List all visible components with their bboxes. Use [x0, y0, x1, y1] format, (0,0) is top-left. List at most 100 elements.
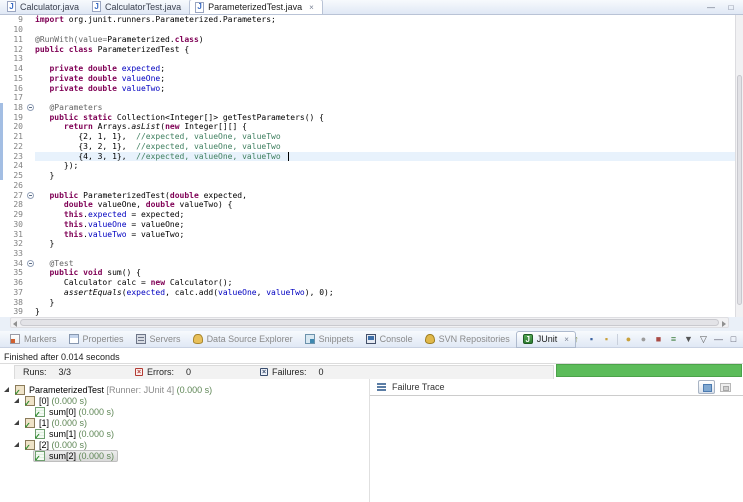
view-tab-snippets[interactable]: Snippets — [299, 331, 360, 347]
code-line: 32 } — [0, 239, 735, 249]
editor-tab[interactable]: ParameterizedTest.java × — [189, 0, 323, 14]
quickdiff-marker — [0, 122, 3, 132]
collapse-icon[interactable] — [26, 103, 34, 111]
maximize-icon[interactable]: □ — [723, 1, 739, 13]
quickdiff-marker — [0, 44, 3, 54]
line-number: 24 — [13, 161, 23, 171]
code-text: @RunWith(value=Parameterized.class) — [35, 34, 204, 44]
line-number: 18 — [13, 102, 23, 112]
code-line: 10 — [0, 25, 735, 35]
failures-icon: × — [260, 368, 268, 376]
scroll-right-icon[interactable] — [722, 321, 726, 327]
quickdiff-marker — [0, 83, 3, 93]
code-line: 27 public ParameterizedTest(double expec… — [0, 190, 735, 200]
view-tab-servers[interactable]: Servers — [130, 331, 187, 347]
vertical-scrollbar[interactable] — [735, 15, 743, 317]
test-result-tree: ParameterizedTest [Runner: JUnit 4] (0.0… — [0, 379, 368, 502]
test-tree-row[interactable]: ParameterizedTest [Runner: JUnit 4] (0.0… — [0, 384, 368, 397]
quickdiff-marker — [0, 190, 3, 200]
code-line: 39} — [0, 307, 735, 317]
maximize-view-button[interactable]: □ — [729, 333, 738, 345]
test-tree-row[interactable]: sum[0] (0.000 s) — [0, 406, 368, 419]
code-text: {2, 1, 1}, //expected, valueOne, valueTw… — [35, 132, 281, 142]
tab-label: SVN Repositories — [438, 334, 510, 344]
code-line: 19 public static Collection<Integer[]> g… — [0, 112, 735, 123]
code-line: 9 import org.junit.runners.Parameterized.… — [0, 15, 735, 25]
rerun-test-button[interactable]: ● — [624, 333, 633, 345]
quickdiff-marker — [0, 131, 3, 142]
line-number: 36 — [13, 278, 23, 288]
code-editor[interactable]: 9 import org.junit.runners.Parameterized.… — [0, 15, 735, 317]
line-number: 9 — [18, 15, 23, 25]
tree-row-label: ParameterizedTest [Runner: JUnit 4] (0.0… — [29, 384, 213, 395]
expanded-arrow-icon[interactable] — [14, 420, 19, 425]
scroll-left-icon[interactable] — [13, 321, 17, 327]
minimize-view-button[interactable]: — — [714, 333, 723, 345]
line-number: 32 — [13, 239, 23, 249]
tree-row-label: sum[0] (0.000 s) — [49, 406, 115, 417]
line-number: 11 — [13, 34, 23, 44]
test-tree-row[interactable]: [0] (0.000 s) — [0, 395, 368, 408]
view-tab-svn-repositories[interactable]: SVN Repositories — [419, 331, 516, 347]
history-dropdown-icon[interactable]: ▼ — [684, 333, 693, 345]
test-tree-row[interactable]: sum[2] (0.000 s) — [0, 449, 368, 463]
code-text: assertEquals(expected, calc.add(valueOne… — [63, 287, 334, 297]
code-line: 22 {3, 2, 1}, //expected, valueOne, valu… — [0, 141, 735, 152]
code-text: public static Collection<Integer[]> getT… — [49, 112, 324, 122]
failures-value: 0 — [318, 367, 324, 377]
horizontal-scrollbar[interactable] — [10, 317, 729, 328]
code-text: }); — [35, 161, 79, 171]
runs-value: 3/3 — [58, 367, 72, 377]
code-text: {3, 2, 1}, //expected, valueOne, valueTw… — [35, 141, 281, 151]
editor-tab[interactable]: Calculator.java — [2, 0, 87, 14]
test-tree-row[interactable]: sum[1] (0.000 s) — [0, 428, 368, 441]
minimize-icon[interactable]: — — [703, 1, 719, 13]
line-number: 10 — [13, 25, 23, 35]
collapse-icon[interactable] — [26, 191, 34, 199]
view-tab-markers[interactable]: Markers — [4, 331, 63, 347]
view-tab-properties[interactable]: Properties — [63, 331, 130, 347]
line-number: 27 — [13, 190, 23, 200]
close-icon[interactable]: × — [564, 335, 569, 344]
show-next-failed-test-button[interactable]: ↑ — [572, 333, 581, 345]
tree-row-content[interactable]: sum[2] (0.000 s) — [33, 449, 119, 463]
view-tab-data-source-explorer[interactable]: Data Source Explorer — [187, 331, 299, 347]
code-text: this.valueOne = valueOne; — [63, 219, 185, 229]
stop-test-run-button[interactable]: ■ — [654, 333, 663, 345]
expanded-arrow-icon[interactable] — [14, 398, 19, 403]
properties-icon — [68, 334, 79, 344]
view-tab-junit[interactable]: JUnit × — [515, 330, 576, 348]
test-run-history-button[interactable]: ≡ — [669, 333, 678, 345]
compare-result-button[interactable] — [720, 383, 731, 392]
junit-icon — [522, 334, 533, 344]
quickdiff-marker — [0, 170, 3, 181]
view-tab-console[interactable]: Console — [360, 331, 419, 347]
quickdiff-marker — [0, 307, 3, 317]
tree-row-content[interactable]: [2] (0.000 s) — [23, 439, 91, 452]
horizontal-scrollbar-thumb[interactable] — [20, 319, 719, 326]
scroll-lock-button[interactable]: ▪ — [602, 333, 611, 345]
close-icon[interactable]: × — [309, 3, 314, 12]
quickdiff-marker — [0, 93, 3, 103]
vertical-scrollbar-thumb[interactable] — [737, 75, 742, 305]
quickdiff-marker — [0, 297, 3, 307]
editor-tab[interactable]: CalculatorTest.java — [87, 0, 189, 14]
test-ok-icon — [34, 406, 45, 419]
expanded-arrow-icon[interactable] — [14, 442, 19, 447]
code-text: @Parameters — [49, 102, 103, 112]
tree-row-label: [2] (0.000 s) — [39, 439, 88, 450]
failure-trace-title: Failure Trace — [392, 382, 445, 392]
show-stack-trace-in-console-button[interactable] — [698, 380, 715, 394]
test-suite-ok-icon — [24, 395, 35, 408]
code-line: 17 — [0, 93, 735, 103]
test-tree-row[interactable]: [1] (0.000 s) — [0, 417, 368, 430]
expanded-arrow-icon[interactable] — [4, 387, 9, 392]
view-menu-button[interactable]: ▽ — [699, 333, 708, 345]
rerun-failed-tests-button[interactable]: ● — [639, 333, 648, 345]
show-failures-only-button[interactable]: ▪ — [587, 333, 596, 345]
line-number: 34 — [13, 258, 23, 268]
code-line: 35 public void sum() { — [0, 268, 735, 278]
collapse-icon[interactable] — [26, 259, 34, 267]
test-tree-row[interactable]: [2] (0.000 s) — [0, 439, 368, 452]
servers-icon — [135, 334, 146, 344]
